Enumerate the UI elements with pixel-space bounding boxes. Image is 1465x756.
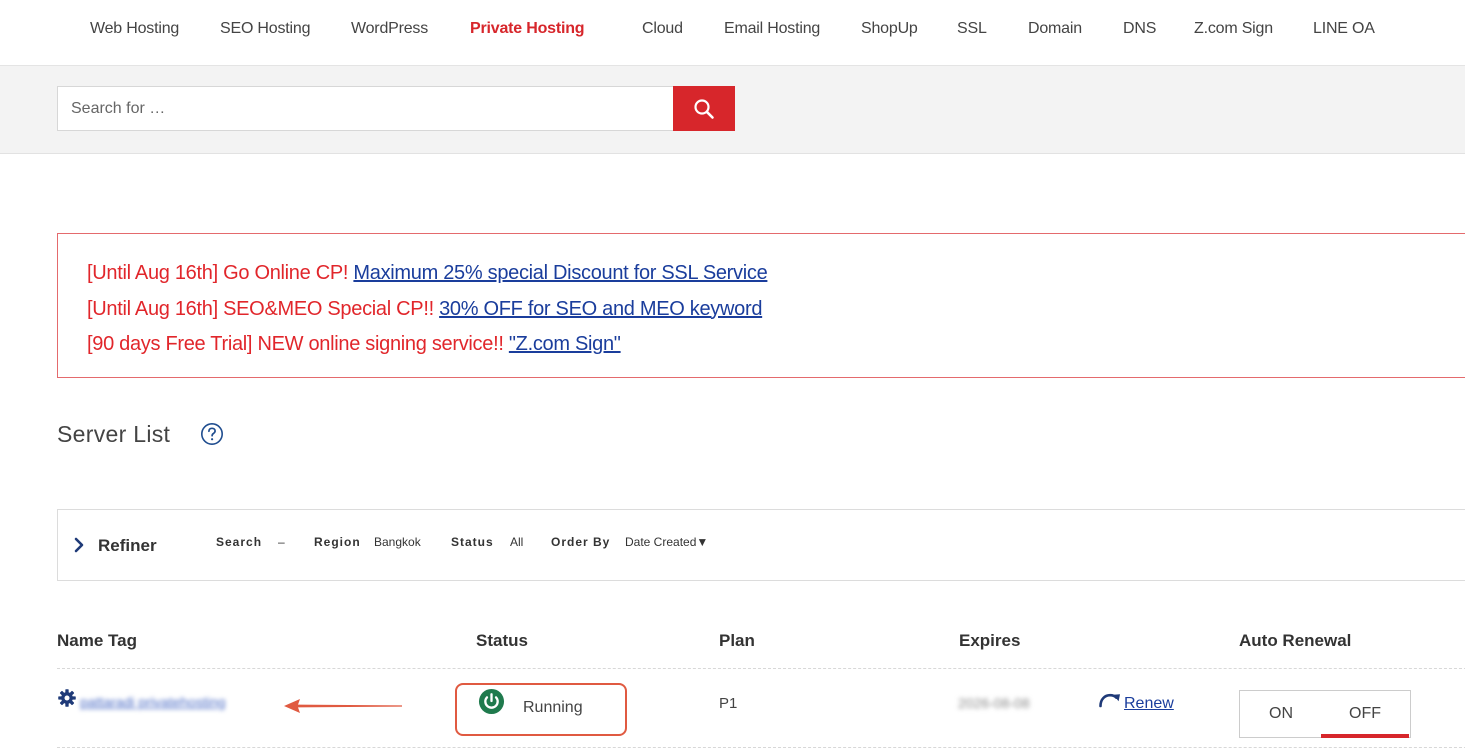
nav-item-wordpress[interactable]: WordPress [351,20,428,38]
nav-item-seo-hosting[interactable]: SEO Hosting [220,20,310,38]
search-bar [0,66,1465,154]
nav-item-dns[interactable]: DNS [1123,20,1156,38]
nav-item-ssl[interactable]: SSL [957,20,987,38]
column-header-auto-renewal: Auto Renewal [1239,631,1352,650]
filter-order-label: Order By [551,535,611,549]
auto-renewal-toggle[interactable]: ON OFF [1239,690,1411,738]
nav-item-private-hosting[interactable]: Private Hosting [470,20,585,38]
nav-item-zcom-sign[interactable]: Z.com Sign [1194,20,1273,38]
power-icon [478,688,505,715]
notice-link-zcom-sign[interactable]: "Z.com Sign" [509,333,621,355]
search-input[interactable] [57,86,673,131]
toggle-on-option[interactable]: ON [1269,705,1293,723]
column-header-name-tag: Name Tag [57,631,137,650]
chevron-right-icon[interactable] [73,536,85,554]
plan-value: P1 [719,695,738,712]
notice-text: [Until Aug 16th] Go Online CP! [87,262,354,284]
page-title: Server List [57,421,171,447]
toggle-off-option[interactable]: OFF [1349,705,1381,723]
column-header-plan: Plan [719,631,755,650]
filter-order-value[interactable]: Date Created▼ [625,535,708,549]
refiner-panel: Refiner Search – Region Bangkok Status A… [57,509,1465,581]
server-name-link[interactable]: pattaradi privatehosting [80,694,226,710]
renew-link[interactable]: Renew [1124,695,1174,713]
top-navigation: Web Hosting SEO Hosting WordPress Privat… [0,0,1465,66]
search-icon [694,98,714,119]
filter-search-value: – [278,535,285,549]
filter-status-value: All [510,535,524,549]
nav-item-shopup[interactable]: ShopUp [861,20,918,38]
column-header-status: Status [476,631,528,650]
notice-link-seo-meo[interactable]: 30% OFF for SEO and MEO keyword [439,298,762,320]
search-button[interactable] [673,86,735,131]
nav-item-email-hosting[interactable]: Email Hosting [724,20,820,38]
notice-text: [90 days Free Trial] NEW online signing … [87,333,509,355]
filter-region-label: Region [314,535,361,549]
row-divider [57,668,1465,669]
nav-item-web-hosting[interactable]: Web Hosting [90,20,179,38]
nav-item-domain[interactable]: Domain [1028,20,1082,38]
campaign-notice: [Until Aug 16th] Go Online CP! Maximum 2… [57,233,1465,378]
column-header-expires: Expires [959,631,1021,650]
filter-status-label: Status [451,535,494,549]
status-running: Running [523,699,583,716]
filter-region-value: Bangkok [374,535,421,549]
filter-search-label: Search [216,535,263,549]
nav-item-cloud[interactable]: Cloud [642,20,683,38]
arrow-left-icon [284,699,402,713]
notice-line: [Until Aug 16th] Go Online CP! Maximum 2… [87,256,1465,292]
notice-line: [90 days Free Trial] NEW online signing … [87,327,1465,363]
nav-item-line-oa[interactable]: LINE OA [1313,20,1375,38]
notice-text: [Until Aug 16th] SEO&MEO Special CP!! [87,297,440,320]
refiner-toggle[interactable]: Refiner [98,536,157,556]
toggle-selected-indicator [1321,734,1409,738]
question-circle-icon[interactable] [200,422,224,446]
notice-line: [Until Aug 16th] SEO&MEO Special CP!! 30… [87,292,1465,328]
notice-link-ssl-discount[interactable]: Maximum 25% special Discount for SSL Ser… [353,262,767,284]
renew-icon[interactable] [1097,691,1121,709]
gear-icon[interactable] [57,688,77,708]
expires-value: 2026-08-08 [958,695,1030,711]
row-divider [57,747,1465,748]
